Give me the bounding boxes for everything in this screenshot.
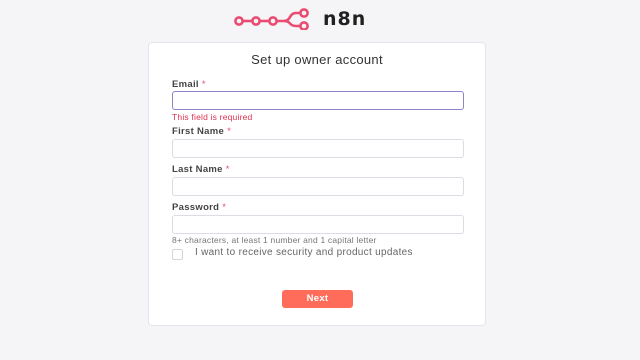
- password-hint: 8+ characters, at least 1 number and 1 c…: [172, 235, 377, 245]
- password-field[interactable]: [172, 215, 464, 234]
- next-button[interactable]: Next: [282, 290, 353, 308]
- first-name-label: First Name *: [172, 126, 231, 137]
- password-required-marker: *: [222, 202, 227, 213]
- updates-checkbox[interactable]: [172, 249, 183, 260]
- last-name-label: Last Name *: [172, 164, 230, 175]
- last-name-label-text: Last Name: [172, 164, 223, 175]
- email-field[interactable]: [172, 91, 464, 110]
- email-required-marker: *: [201, 79, 206, 90]
- n8n-logo-icon: [234, 8, 309, 30]
- first-name-field[interactable]: [172, 139, 464, 158]
- card-title: Set up owner account: [251, 52, 383, 67]
- setup-owner-card: Set up owner account Email * This field i…: [148, 42, 486, 326]
- first-name-required-marker: *: [227, 126, 232, 137]
- password-label-text: Password: [172, 202, 220, 213]
- last-name-required-marker: *: [225, 164, 230, 175]
- email-error-message: This field is required: [172, 112, 253, 122]
- first-name-label-text: First Name: [172, 126, 225, 137]
- page: n8n Set up owner account Email * This fie…: [0, 0, 640, 360]
- brand-logo: n8n: [233, 7, 366, 31]
- last-name-field[interactable]: [172, 177, 464, 196]
- updates-checkbox-label[interactable]: I want to receive security and product u…: [195, 248, 455, 258]
- email-label: Email *: [172, 79, 206, 90]
- password-label: Password *: [172, 202, 226, 213]
- email-label-text: Email: [172, 79, 199, 90]
- brand-name: n8n: [323, 8, 367, 30]
